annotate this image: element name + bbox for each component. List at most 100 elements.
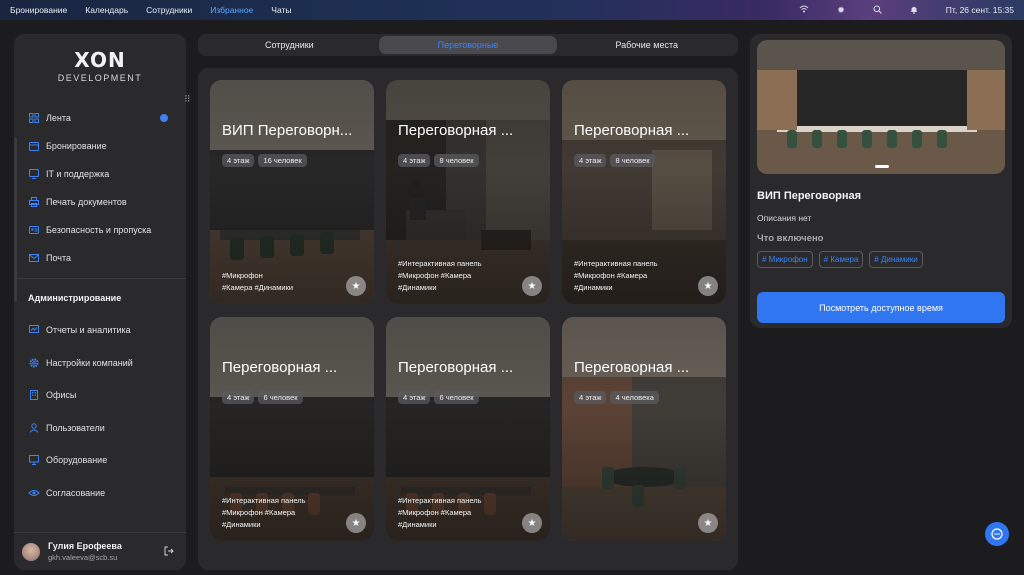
logout-icon[interactable]	[164, 546, 174, 559]
sidebar-item-feed[interactable]: Лента	[14, 104, 186, 132]
sidebar-item-label: Согласование	[46, 487, 106, 498]
room-photo-carousel[interactable]	[757, 40, 1005, 174]
clock-datetime[interactable]: Пт, 26 сент. 15:35	[946, 5, 1014, 15]
wifi-icon[interactable]	[799, 5, 809, 15]
admin-section-title: Администрирование	[28, 293, 122, 303]
favorite-star-icon[interactable]: ★	[346, 276, 366, 296]
monitor-icon	[28, 454, 40, 466]
top-menu-bar: Бронирование Календарь Сотрудники Избран…	[0, 0, 1024, 20]
sidebar-item-users[interactable]: Пользователи	[14, 412, 186, 445]
admin-nav: Отчеты и аналитика Настройки компаний Оф…	[14, 314, 186, 509]
room-title: Переговорная ...	[574, 359, 690, 376]
floor-chip: 4 этаж	[398, 154, 431, 167]
sidebar-nav: Лента Бронирование IT и поддержка Печать…	[14, 104, 186, 272]
sidebar-item-equipment[interactable]: Оборудование	[14, 444, 186, 477]
building-icon	[28, 389, 40, 401]
room-card[interactable]: Переговорная ... 4 этаж 6 человек #Интер…	[386, 317, 550, 541]
avatar[interactable]	[22, 542, 40, 561]
included-tags: # Микрофон # Камера # Динамики	[757, 251, 923, 268]
logo-subtitle: DEVELOPMENT	[57, 73, 143, 83]
sidebar-item-reports[interactable]: Отчеты и аналитика	[14, 314, 186, 347]
sidebar-item-label: Отчеты и аналитика	[46, 325, 131, 336]
sidebar-item-approval[interactable]: Согласование	[14, 477, 186, 510]
sidebar-item-mail[interactable]: Почта	[14, 244, 186, 272]
notifications-icon[interactable]	[910, 5, 918, 16]
sidebar-item-label: Лента	[46, 113, 71, 123]
room-tags: #Интерактивная панель #Микрофон #Камера …	[574, 259, 658, 292]
room-title: Переговорная ...	[222, 359, 338, 376]
top-menu-chats[interactable]: Чаты	[271, 5, 291, 15]
sidebar-item-label: Офисы	[46, 390, 77, 401]
tab-workplaces[interactable]: Рабочие места	[557, 36, 736, 54]
floor-chip: 4 этаж	[574, 154, 607, 167]
calendar-icon	[28, 140, 40, 152]
sidebar-item-label: Пользователи	[46, 422, 105, 433]
id-card-icon	[28, 224, 40, 236]
top-menu-employees[interactable]: Сотрудники	[146, 5, 192, 15]
sidebar-item-printing[interactable]: Печать документов	[14, 188, 186, 216]
sidebar-item-booking[interactable]: Бронирование	[14, 132, 186, 160]
support-icon	[28, 168, 40, 180]
capacity-chip: 6 человек	[434, 391, 479, 404]
floor-chip: 4 этаж	[574, 391, 607, 404]
user-icon	[28, 422, 40, 434]
chat-bubble-icon[interactable]	[985, 522, 1009, 546]
tab-meeting-rooms[interactable]: Переговорные	[378, 36, 558, 54]
favorite-star-icon[interactable]: ★	[522, 276, 542, 296]
top-menu: Бронирование Календарь Сотрудники Избран…	[0, 5, 292, 15]
room-tags: #Интерактивная панель #Микрофон #Камера …	[398, 496, 482, 529]
logo-mark: XON	[74, 48, 126, 72]
floor-chip: 4 этаж	[222, 154, 255, 167]
detail-description: Описания нет	[757, 213, 812, 223]
printer-icon	[28, 196, 40, 208]
sidebar-item-label: Безопасность и пропуска	[46, 225, 152, 235]
tab-employees[interactable]: Сотрудники	[200, 36, 379, 54]
notification-badge	[160, 114, 168, 122]
sidebar-item-security[interactable]: Безопасность и пропуска	[14, 216, 186, 244]
room-card[interactable]: Переговорная ... 4 этаж 6 человек #Интер…	[210, 317, 374, 541]
company-logo: XON DEVELOPMENT	[14, 48, 186, 83]
view-available-time-button[interactable]: Посмотреть доступное время	[757, 292, 1005, 323]
sidebar-item-offices[interactable]: Офисы	[14, 379, 186, 412]
top-menu-calendar[interactable]: Календарь	[85, 5, 128, 15]
tag-microphone[interactable]: # Микрофон	[757, 251, 813, 268]
tag-speakers[interactable]: # Динамики	[869, 251, 923, 268]
floor-chip: 4 этаж	[398, 391, 431, 404]
top-menu-favorites[interactable]: Избранное	[210, 5, 253, 15]
included-label: Что включено	[757, 233, 824, 244]
favorite-star-icon[interactable]: ★	[698, 513, 718, 533]
carousel-indicator[interactable]	[875, 165, 889, 168]
top-menu-booking[interactable]: Бронирование	[10, 5, 67, 15]
sidebar-item-it-support[interactable]: IT и поддержка	[14, 160, 186, 188]
tag-camera[interactable]: # Камера	[818, 251, 864, 268]
room-title: Переговорная ...	[398, 122, 514, 139]
gear-icon	[28, 357, 40, 369]
favorite-star-icon[interactable]: ★	[346, 513, 366, 533]
favorite-star-icon[interactable]: ★	[698, 276, 718, 296]
user-profile[interactable]: Гулия Ерофеева gkh.valeeva@scb.su	[14, 532, 186, 570]
approval-icon	[28, 487, 40, 499]
detail-title: ВИП Переговорная	[757, 190, 862, 202]
sidebar: XON DEVELOPMENT ⠿ Лента Бронирование IT …	[14, 34, 191, 570]
room-tags: #Интерактивная панель #Микрофон #Камера …	[222, 496, 306, 529]
room-card[interactable]: Переговорная ... 4 этаж 8 человек #Интер…	[562, 80, 726, 304]
chart-icon	[28, 324, 40, 336]
room-detail-panel: ВИП Переговорная Описания нет Что включе…	[750, 34, 1012, 328]
room-title: Переговорная ...	[398, 359, 514, 376]
sidebar-item-label: Настройки компаний	[46, 357, 133, 368]
room-card[interactable]: Переговорная ... 4 этаж 8 человек #Интер…	[386, 80, 550, 304]
user-name: Гулия Ерофеева	[48, 541, 122, 551]
sidebar-item-label: Почта	[46, 253, 71, 263]
search-icon[interactable]	[873, 5, 882, 16]
room-card[interactable]: Переговорная ... 4 этаж 4 человека ★	[562, 317, 726, 541]
room-tags: #Микрофон #Камера #Динамики	[222, 271, 294, 292]
sidebar-item-label: IT и поддержка	[46, 169, 110, 179]
room-card-vip[interactable]: ВИП Переговорн... 4 этаж 16 человек #Мик…	[210, 80, 374, 304]
room-tags: #Интерактивная панель #Микрофон #Камера …	[398, 259, 482, 292]
brightness-icon[interactable]: ✹	[837, 5, 845, 16]
rooms-grid: ВИП Переговорн... 4 этаж 16 человек #Мик…	[198, 68, 738, 570]
sidebar-item-company-settings[interactable]: Настройки компаний	[14, 347, 186, 380]
capacity-chip: 6 человек	[258, 391, 303, 404]
favorite-star-icon[interactable]: ★	[522, 513, 542, 533]
sidebar-item-label: Печать документов	[46, 197, 127, 207]
